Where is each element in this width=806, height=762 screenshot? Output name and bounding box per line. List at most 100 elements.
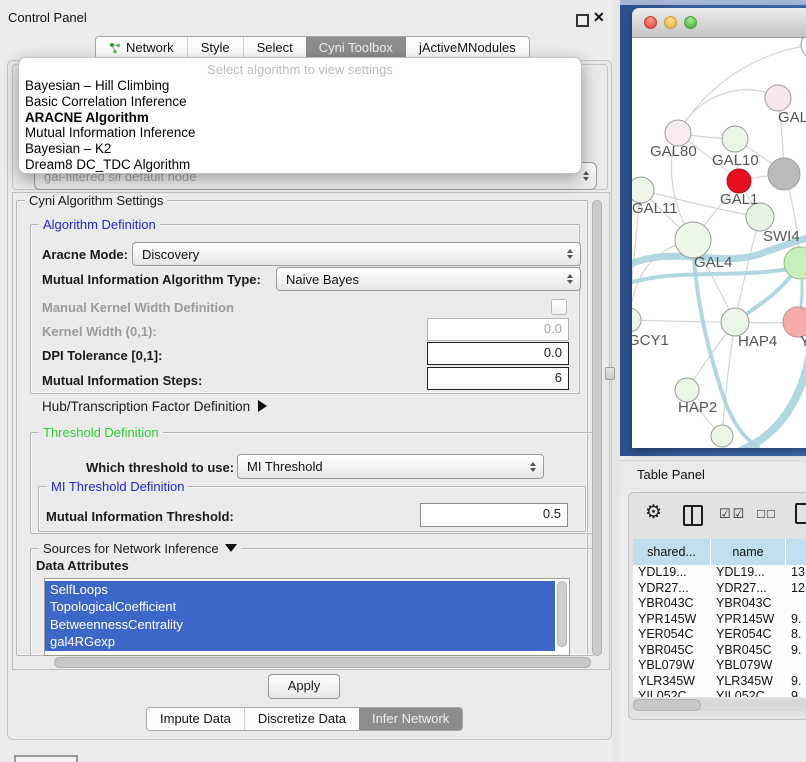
algorithm-option[interactable]: Dream8 DC_TDC Algorithm [19,157,581,173]
scrollbar-thumb[interactable] [54,657,591,668]
apply-button[interactable]: Apply [268,674,340,699]
tab-infer-network-label: Infer Network [372,708,449,730]
mi-threshold-field[interactable]: 0.5 [420,503,568,527]
table-row[interactable]: YBR043CYBR043C [633,596,806,612]
tab-impute-data[interactable]: Impute Data [147,708,244,730]
table-row[interactable]: YLR345WYLR345W9. [633,674,806,690]
algorithm-option[interactable]: Bayesian – K2 [19,141,581,157]
network-node[interactable] [765,85,791,111]
data-attributes-label: Data Attributes [36,558,129,573]
select-all-icon[interactable]: ☑☑ [719,506,746,522]
table-row[interactable]: YIL052CYIL052C9. [633,689,806,697]
algorithm-option[interactable]: ARACNE Algorithm [19,110,581,126]
table-cell: YBL079W [633,658,711,674]
attribute-item[interactable]: BetweennessCentrality [45,616,555,633]
column-header[interactable]: shared... [633,539,711,565]
table-row[interactable]: YBL079WYBL079W [633,658,806,674]
network-node[interactable] [784,247,806,279]
minimize-traffic-light-icon[interactable] [664,16,677,29]
table-cell: YBR045C [711,643,786,659]
manual-kernel-checkbox[interactable] [551,299,567,315]
sources-group-title[interactable]: Sources for Network Inference [39,541,241,556]
node-label: GAL7 [778,109,806,126]
algorithm-option[interactable]: Mutual Information Inference [19,125,581,141]
pane-divider-handle[interactable] [605,367,615,380]
dpi-tolerance-field[interactable]: 0.0 [427,342,569,365]
function-builder-icon[interactable] [795,503,806,524]
hub-section-label: Hub/Transcription Factor Definition [42,399,250,414]
algorithm-option[interactable]: Bayesian – Hill Climbing [19,78,581,94]
mi-type-combo[interactable]: Naive Bayes [276,267,581,291]
network-window[interactable]: GAL7GAL80GAL10GAL1GAL11SWI4GAL4GCY1HAP4Y… [632,8,806,448]
column-header[interactable]: name [711,539,786,565]
algorithm-option[interactable]: Basic Correlation Inference [19,94,581,110]
network-node[interactable] [768,158,800,190]
table-row[interactable]: YBR045CYBR045C9. [633,643,806,659]
table-row[interactable]: YDL19...YDL19...13 [633,565,806,581]
tab-select[interactable]: Select [243,37,306,59]
settings-hscrollbar[interactable] [54,657,591,668]
attribute-item[interactable]: gal4RGexp [45,633,555,650]
threshold-definition-title: Threshold Definition [39,425,163,440]
tab-discretize-data-label: Discretize Data [258,708,346,730]
network-node[interactable] [727,169,751,193]
table-cell: YPR145W [633,612,711,628]
mi-steps-field[interactable]: 6 [427,367,569,390]
table-cell: 9. [786,643,806,659]
settings-vscrollbar[interactable] [592,197,603,661]
hub-section-toggle[interactable]: Hub/Transcription Factor Definition [42,399,267,414]
tab-style[interactable]: Style [187,37,243,59]
network-node[interactable] [675,222,711,258]
gear-icon[interactable]: ⚙ [645,501,662,524]
table-row[interactable]: YER054CYER054C8. [633,627,806,643]
kernel-width-label: Kernel Width (0,1): [42,324,157,339]
table-hscrollbar[interactable] [631,699,806,711]
tab-network[interactable]: Network [96,37,187,59]
table-panel: ⚙ ☑☑ □□ shared...name YDL19...YDL19...13… [628,492,806,720]
algorithm-dropdown[interactable]: Select algorithm to view settings Bayesi… [18,57,582,174]
data-attributes-list[interactable]: SelfLoopsTopologicalCoefficientBetweenne… [44,578,570,656]
attributes-vscrollbar[interactable] [557,581,567,649]
attribute-item[interactable]: SelfLoops [45,581,555,598]
network-canvas[interactable]: GAL7GAL80GAL10GAL1GAL11SWI4GAL4GCY1HAP4Y… [632,38,806,448]
network-window-titlebar[interactable] [632,8,806,38]
column-layout-icon[interactable] [683,505,703,526]
close-icon[interactable]: ✕ [593,9,605,26]
sources-title-text: Sources for Network Inference [43,541,219,556]
deselect-all-icon[interactable]: □□ [757,506,777,521]
undock-icon[interactable] [576,14,589,27]
algorithm-definition-title: Algorithm Definition [39,217,160,232]
column-header[interactable] [786,539,806,565]
network-node[interactable] [722,126,748,152]
tab-cyni-toolbox[interactable]: Cyni Toolbox [306,37,406,59]
application-window: Control Panel ✕ Network Style Select Cyn… [0,0,806,762]
kernel-width-field[interactable]: 0.0 [427,318,569,341]
scrollbar-thumb[interactable] [557,581,567,647]
attribute-item[interactable]: TopologicalCoefficient [45,598,555,615]
tab-discretize-data[interactable]: Discretize Data [244,708,359,730]
docked-panel-icon[interactable] [14,755,78,762]
table-cell: 13 [786,565,806,581]
which-threshold-combo[interactable]: MI Threshold [237,454,544,479]
network-node[interactable] [711,425,733,447]
network-node[interactable] [801,38,806,57]
table-row[interactable]: YDR27...YDR27...12 [633,581,806,597]
network-node[interactable] [632,308,641,332]
table-cell: YER054C [711,627,786,643]
tab-infer-network[interactable]: Infer Network [359,708,462,730]
mi-steps-label: Mutual Information Steps: [42,373,202,388]
network-edge[interactable] [742,353,806,448]
table-cell [786,596,806,612]
close-traffic-light-icon[interactable] [644,16,657,29]
table-row[interactable]: YPR145WYPR145W9. [633,612,806,628]
scrollbar-thumb[interactable] [633,699,701,711]
table-cell: YDL19... [633,565,711,581]
aracne-mode-combo[interactable]: Discovery [132,242,581,266]
network-node[interactable] [721,308,749,336]
table-cell: YBR045C [633,643,711,659]
scrollbar-thumb[interactable] [592,200,602,656]
network-edge[interactable] [632,320,735,322]
node-label: Y [800,333,806,350]
zoom-traffic-light-icon[interactable] [684,16,697,29]
tab-jactivemnodules[interactable]: jActiveMNodules [406,37,529,59]
